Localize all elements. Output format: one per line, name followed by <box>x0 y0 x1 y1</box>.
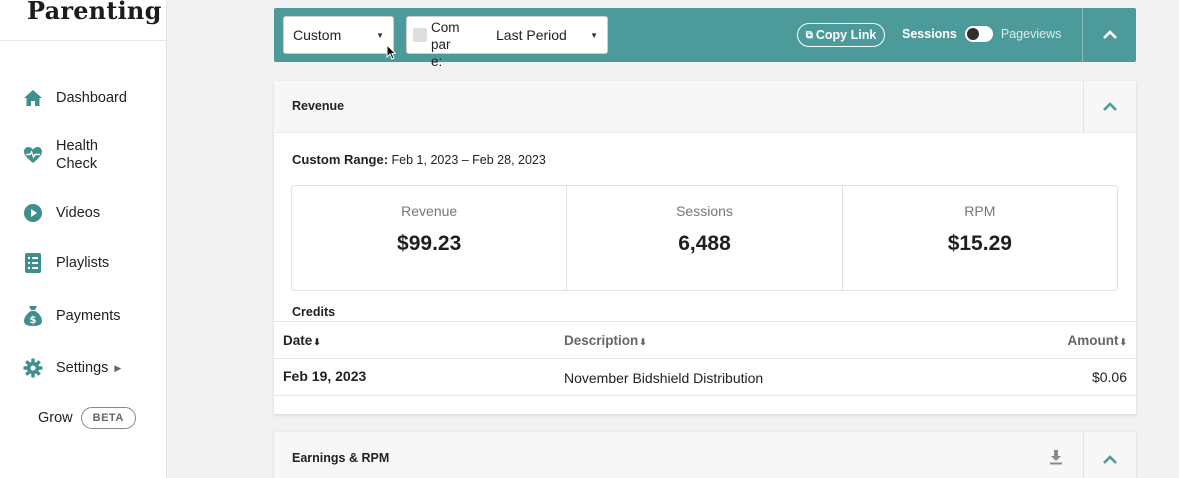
sort-arrow-icon: ⬇ <box>313 337 321 347</box>
metric-toggle[interactable] <box>964 26 993 42</box>
download-icon[interactable] <box>1049 449 1063 470</box>
revenue-card-header: Revenue <box>274 81 1136 133</box>
heart-pulse-icon <box>23 145 43 165</box>
chevron-down-icon: ▼ <box>376 30 384 40</box>
credits-table: Date⬇ Description⬇ Amount⬇ Feb 19, 2023 … <box>274 321 1136 396</box>
sidebar-item-label: Settings <box>56 360 109 376</box>
stat-sessions: Sessions 6,488 <box>567 186 843 290</box>
sidebar-item-dashboard[interactable]: Dashboard <box>23 88 127 108</box>
compare-checkbox[interactable] <box>413 28 427 42</box>
sort-arrow-icon: ⬇ <box>639 337 647 347</box>
chevron-down-icon: ▼ <box>590 30 598 40</box>
sidebar-item-playlists[interactable]: Playlists <box>23 253 109 273</box>
sidebar-item-videos[interactable]: Videos <box>23 203 100 223</box>
table-row: Feb 19, 2023 November Bidshield Distribu… <box>274 359 1136 396</box>
sidebar-item-health-check[interactable]: Health Check <box>23 137 116 173</box>
mouse-cursor-icon <box>386 44 396 60</box>
sidebar-item-label: Health Check <box>56 138 98 172</box>
earnings-collapse-button[interactable] <box>1084 446 1136 474</box>
list-icon <box>23 253 43 273</box>
earnings-card-title: Earnings & RPM <box>292 451 390 465</box>
money-bag-icon: $ <box>23 306 43 326</box>
grow-label: Grow <box>38 410 73 426</box>
chevron-up-icon <box>1102 30 1117 39</box>
column-header-label: Description <box>564 333 639 348</box>
sidebar-item-label: Videos <box>56 205 101 221</box>
filter-toolbar: Custom ▼ Compare: Last Period ▼ ⧉ Copy L… <box>274 8 1136 69</box>
brand-logo[interactable]: Parenting <box>27 0 162 25</box>
svg-text:$: $ <box>30 315 37 326</box>
custom-range-label: Custom Range: <box>292 152 389 167</box>
table-header: Date⬇ Description⬇ Amount⬇ <box>274 322 1136 359</box>
metric-pageviews-label: Pageviews <box>1000 27 1062 41</box>
grow-link[interactable]: Grow BETA <box>38 407 136 429</box>
stat-value: $15.29 <box>947 232 1012 255</box>
stat-label: Sessions <box>676 203 733 219</box>
date-range-select[interactable]: Custom ▼ <box>283 16 394 54</box>
revenue-stats: Revenue $99.23 Sessions 6,488 RPM $15.29 <box>291 185 1118 291</box>
sidebar-item-payments[interactable]: $ Payments <box>23 306 120 326</box>
custom-range-line: Custom Range: Feb 1, 2023 – Feb 28, 2023 <box>292 152 546 167</box>
compare-select[interactable]: Compare: Last Period ▼ <box>406 16 608 69</box>
custom-range-value: Feb 1, 2023 – Feb 28, 2023 <box>391 153 546 167</box>
copy-link-label: Copy Link <box>815 28 877 42</box>
cell-amount: $0.06 <box>1091 369 1127 385</box>
sidebar-item-label: Payments <box>56 308 121 324</box>
home-icon <box>23 88 43 108</box>
compare-value: Last Period <box>496 27 567 43</box>
stat-rpm: RPM $15.29 <box>843 186 1117 290</box>
metric-sessions-label: Sessions <box>902 27 957 41</box>
brand-divider <box>0 40 167 41</box>
cell-description: November Bidshield Distribution <box>564 370 764 386</box>
credits-title: Credits <box>292 305 336 319</box>
column-header-label: Date <box>283 333 313 348</box>
column-header-amount[interactable]: Amount⬇ <box>1067 333 1127 348</box>
gear-icon <box>23 358 43 378</box>
copy-link-button[interactable]: ⧉ Copy Link <box>797 23 885 47</box>
revenue-card: Revenue Custom Range: Feb 1, 2023 – Feb … <box>274 81 1136 414</box>
stat-label: Revenue <box>401 203 458 219</box>
revenue-card-title: Revenue <box>292 99 345 113</box>
toolbar-collapse-button[interactable] <box>1083 8 1136 62</box>
metric-switch: Sessions Pageviews <box>902 26 1061 42</box>
sidebar-item-label: Dashboard <box>56 90 127 106</box>
copy-icon: ⧉ <box>805 29 813 41</box>
stat-value: $99.23 <box>397 232 462 255</box>
cell-date: Feb 19, 2023 <box>283 368 367 384</box>
stat-revenue: Revenue $99.23 <box>292 186 568 290</box>
chevron-up-icon <box>1103 455 1117 464</box>
earnings-card: Earnings & RPM <box>274 432 1136 478</box>
revenue-collapse-button[interactable] <box>1084 81 1136 133</box>
chevron-up-icon <box>1103 102 1117 111</box>
date-range-value: Custom <box>293 27 342 43</box>
caret-right-icon: ▶ <box>114 362 122 373</box>
stat-value: 6,488 <box>678 232 731 255</box>
stat-label: RPM <box>964 203 996 219</box>
sidebar-item-settings[interactable]: Settings ▶ <box>23 358 121 378</box>
play-circle-icon <box>23 203 43 223</box>
sidebar: Parenting Dashboard Health Check Videos … <box>0 0 167 478</box>
compare-label: Compare: <box>431 20 460 69</box>
toggle-knob <box>966 28 979 40</box>
column-header-label: Amount <box>1067 333 1119 348</box>
sidebar-item-label: Playlists <box>56 255 110 271</box>
beta-badge: BETA <box>80 407 136 429</box>
sort-arrow-icon: ⬇ <box>1119 337 1127 347</box>
column-header-description[interactable]: Description⬇ <box>564 333 647 348</box>
column-header-date[interactable]: Date⬇ <box>283 333 321 348</box>
